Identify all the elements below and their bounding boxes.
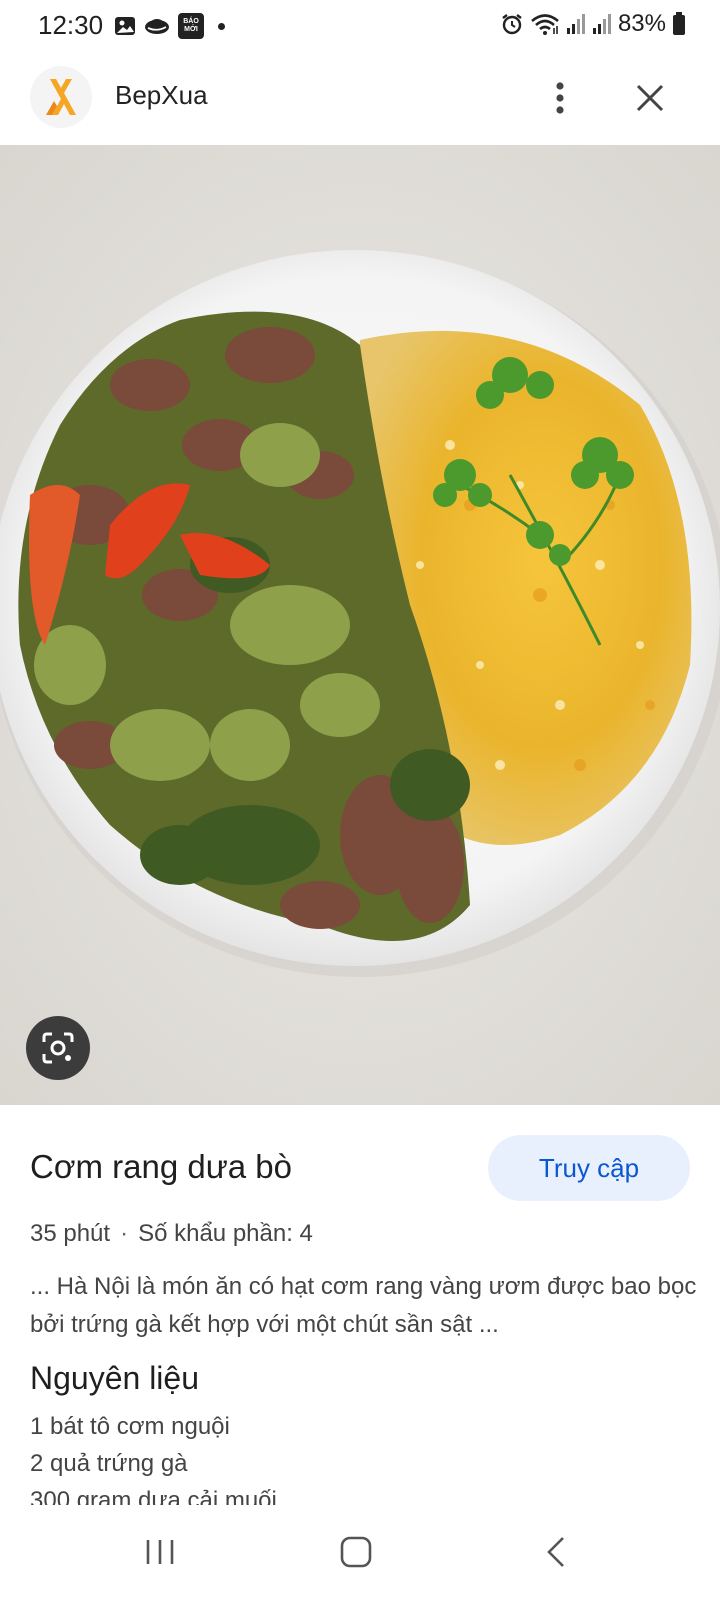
alarm-icon	[502, 14, 522, 35]
google-lens-button[interactable]	[26, 1016, 90, 1080]
recipe-title: Cơm rang dưa bò	[30, 1148, 293, 1185]
recipe-time: 35 phút	[30, 1220, 111, 1247]
ingredient-item: 2 quả trứng gà	[30, 1450, 188, 1477]
status-left-icons: BÁO MỚI	[114, 13, 225, 39]
more-vert-icon	[556, 82, 564, 114]
cloud-icon	[145, 19, 169, 34]
meta-separator: ·	[120, 1220, 129, 1247]
recent-apps-button[interactable]	[130, 1527, 190, 1577]
google-lens-icon	[42, 1032, 74, 1064]
visit-button[interactable]: Truy cập	[488, 1135, 690, 1201]
recipe-servings: Số khẩu phần: 4	[138, 1220, 313, 1247]
close-button[interactable]	[628, 76, 672, 120]
recipe-image[interactable]	[0, 145, 720, 1105]
ingredient-item: 1 bát tô cơm nguội	[30, 1413, 230, 1440]
site-logo[interactable]	[30, 66, 92, 128]
back-button[interactable]	[526, 1527, 586, 1577]
home-button[interactable]	[326, 1527, 386, 1577]
ingredients-heading: Nguyên liệu	[30, 1360, 199, 1396]
status-time: 12:30	[38, 10, 104, 40]
battery-icon	[673, 12, 685, 35]
recent-apps-icon	[146, 1540, 174, 1564]
battery-percent: 83%	[617, 10, 666, 37]
system-nav-bar	[0, 1505, 720, 1600]
recipe-meta: 35 phút · Số khẩu phần: 4	[30, 1220, 313, 1248]
recipe-description: ... Hà Nội là món ăn có hạt cơm rang vàn…	[30, 1273, 697, 1338]
dot-icon	[218, 22, 225, 30]
image-icon	[115, 17, 135, 35]
ingredients-list: 1 bát tô cơm nguội 2 quả trứng gà 300 gr…	[30, 1408, 277, 1519]
status-right: 83%	[500, 10, 686, 38]
signal-icon	[566, 14, 585, 34]
signal-icon	[592, 14, 611, 34]
status-bar: 12:30 BÁO MỚI 83%	[0, 0, 720, 52]
site-header: BepXua	[0, 52, 720, 144]
close-icon	[636, 84, 664, 112]
bepxua-logo-icon	[46, 79, 76, 115]
baomoi-text: BÁO MỚI	[183, 18, 199, 33]
food-photo	[0, 145, 720, 1105]
more-options-button[interactable]	[540, 76, 580, 120]
wifi-icon	[531, 14, 559, 35]
back-icon	[547, 1537, 564, 1567]
home-icon	[340, 1536, 372, 1568]
baomoi-icon: BÁO MỚI	[178, 13, 204, 39]
site-name: BepXua	[115, 80, 208, 110]
